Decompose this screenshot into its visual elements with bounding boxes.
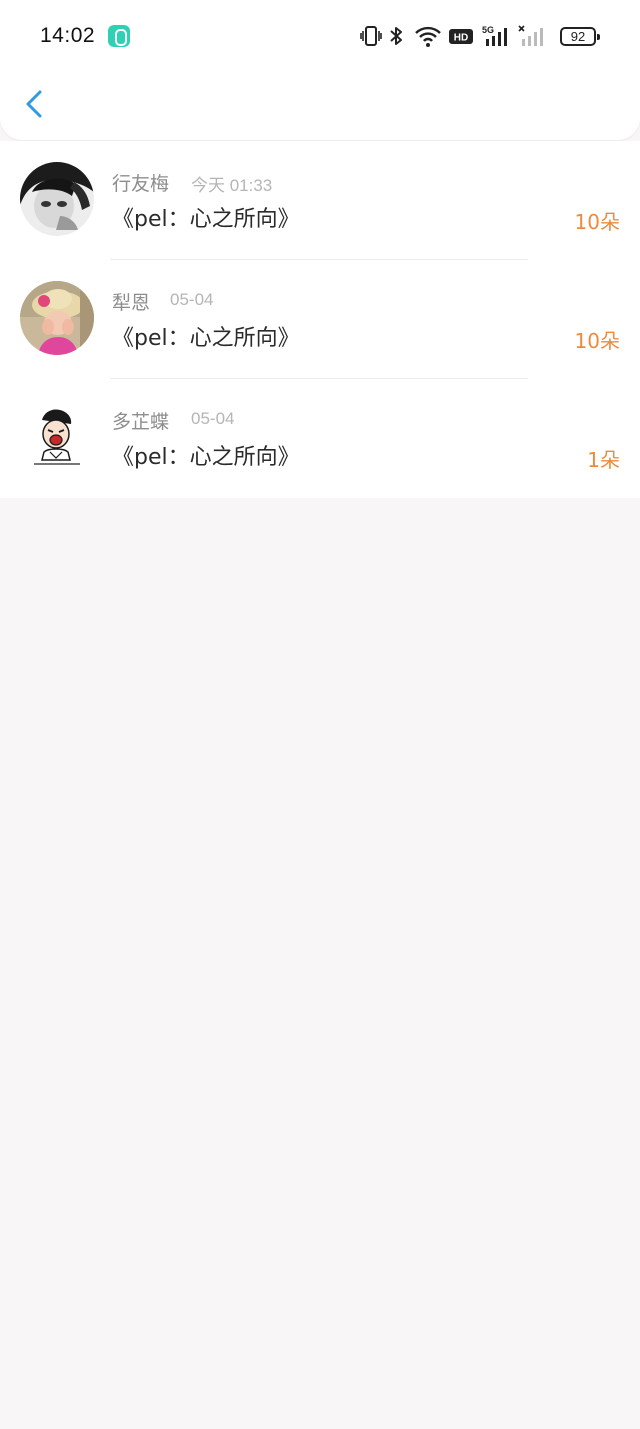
5g-signal-icon: 5G <box>482 25 507 46</box>
flower-amount: 10朵 <box>574 210 620 234</box>
app-badge-icon <box>108 25 130 47</box>
sender-name: 多芷蝶 <box>112 411 170 433</box>
work-title: 《pel：心之所向》 <box>112 445 300 470</box>
top-bar: 14:02 HD 5G 92 <box>0 0 640 140</box>
sender-name: 犁恩 <box>112 292 151 314</box>
wifi-icon <box>415 26 441 47</box>
back-button[interactable] <box>20 84 56 124</box>
sender-name: 行友梅 <box>112 173 170 195</box>
list-item[interactable]: 多芷蝶 05-04 《pel：心之所向》 1朵 <box>0 379 640 498</box>
send-date: 05-04 <box>191 409 235 428</box>
gift-record-list: 行友梅 今天 01:33 《pel：心之所向》 10朵 犁恩 05-04 《pe… <box>0 141 640 498</box>
system-icons: HD 5G 92 <box>360 24 600 50</box>
battery-icon: 92 <box>560 27 600 46</box>
avatar[interactable] <box>20 281 94 355</box>
avatar[interactable] <box>20 162 94 236</box>
avatar[interactable] <box>20 400 94 474</box>
list-item[interactable]: 行友梅 今天 01:33 《pel：心之所向》 10朵 <box>0 141 640 260</box>
work-title: 《pel：心之所向》 <box>112 326 300 351</box>
flower-amount: 10朵 <box>574 329 620 353</box>
send-date: 05-04 <box>170 290 214 309</box>
list-item[interactable]: 犁恩 05-04 《pel：心之所向》 10朵 <box>0 260 640 379</box>
status-bar: 14:02 HD 5G 92 <box>0 0 640 72</box>
flower-amount: 1朵 <box>587 448 620 472</box>
send-date: 今天 01:33 <box>191 176 273 195</box>
svg-text:HD: HD <box>454 33 468 44</box>
svg-text:5G: 5G <box>482 25 494 35</box>
bluetooth-icon <box>390 27 402 45</box>
status-time: 14:02 <box>40 24 96 47</box>
work-title: 《pel：心之所向》 <box>112 207 300 232</box>
vibrate-icon <box>360 26 382 46</box>
chevron-left-icon <box>26 90 42 118</box>
no-signal-icon <box>518 25 543 46</box>
hd-icon: HD <box>449 29 473 44</box>
